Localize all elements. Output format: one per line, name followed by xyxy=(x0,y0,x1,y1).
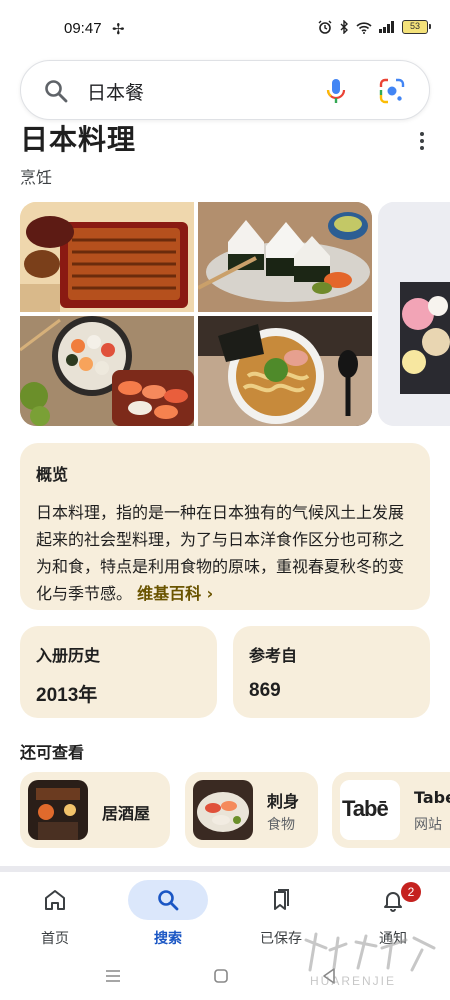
fact-value-reference: 869 xyxy=(249,680,281,701)
nav-home[interactable]: 首页 xyxy=(10,880,100,952)
search-bar[interactable]: 日本餐 xyxy=(20,60,430,120)
wikipedia-link[interactable]: 维基百科 › xyxy=(137,584,213,603)
tabelog-logo-text: Tabē xyxy=(342,796,389,821)
watermark-logo: HUARENJIE xyxy=(296,930,446,996)
status-time: 09:47 xyxy=(64,20,102,37)
mic-icon[interactable] xyxy=(323,77,349,105)
entity-subtitle: 烹饪 xyxy=(20,168,53,187)
image-sushi[interactable] xyxy=(20,316,194,426)
watermark-text: HUARENJIE xyxy=(310,974,397,988)
fact-card-history[interactable]: 入册历史 2013年 xyxy=(20,626,217,718)
fact-label-history: 入册历史 xyxy=(36,646,101,665)
search-input[interactable]: 日本餐 xyxy=(87,78,144,105)
see-also-item[interactable]: 刺身 食物 xyxy=(185,772,318,848)
fact-label-reference: 参考自 xyxy=(249,646,298,665)
overview-card: 概览 日本料理，指的是一种在日本独有的气候风土上发展起来的社会型料理，为了与日本… xyxy=(20,443,430,610)
nav-search-label: 搜索 xyxy=(154,931,182,947)
fact-card-reference[interactable]: 参考自 869 xyxy=(233,626,430,718)
search-icon xyxy=(158,890,179,911)
image-bento[interactable] xyxy=(378,202,450,426)
home-icon xyxy=(45,890,65,910)
bookmarks-icon xyxy=(274,889,289,910)
home-button-icon[interactable] xyxy=(209,964,233,988)
see-also-name: Tabe xyxy=(414,788,450,807)
battery-icon: 53 xyxy=(402,20,431,34)
image-carousel[interactable] xyxy=(20,202,372,426)
overview-heading: 概览 xyxy=(36,465,69,484)
fact-value-history: 2013年 xyxy=(36,685,98,706)
entity-title: 日本料理 xyxy=(20,123,137,156)
status-icons: 53 xyxy=(318,20,431,34)
image-ramen[interactable] xyxy=(198,316,372,426)
tabelog-logo: Tabē xyxy=(340,780,400,840)
notification-badge: 2 xyxy=(401,882,421,902)
overview-description: 日本料理，指的是一种在日本独有的气候风土上发展起来的社会型料理，为了与日本洋食作… xyxy=(36,503,405,603)
izakaya-thumbnail xyxy=(28,780,88,840)
wifi-icon xyxy=(356,21,372,34)
see-also-name: 居酒屋 xyxy=(102,804,151,823)
overview-text: 日本料理，指的是一种在日本独有的气候风土上发展起来的社会型料理，为了与日本洋食作… xyxy=(36,499,414,607)
menu-icon[interactable] xyxy=(101,964,125,988)
status-bar: 09:47 ✢ 53 xyxy=(0,0,450,58)
nav-home-label: 首页 xyxy=(41,931,69,947)
image-unagi[interactable] xyxy=(20,202,194,312)
lens-icon[interactable] xyxy=(379,78,405,104)
search-icon[interactable] xyxy=(43,78,69,104)
bluetooth-icon xyxy=(340,20,348,34)
more-options-icon[interactable] xyxy=(414,130,430,152)
see-also-name: 刺身 xyxy=(267,792,300,811)
alarm-icon xyxy=(318,20,332,34)
image-onigiri[interactable] xyxy=(198,202,372,312)
see-also-item[interactable]: 居酒屋 xyxy=(20,772,170,848)
see-also-category: 网站 xyxy=(414,817,442,833)
sashimi-thumbnail xyxy=(193,780,253,840)
see-also-category: 食物 xyxy=(267,817,295,833)
fan-icon: ✢ xyxy=(112,20,125,38)
nav-search[interactable]: 搜索 xyxy=(123,880,213,952)
see-also-item[interactable]: Tabē Tabe 网站 xyxy=(332,772,450,848)
see-also-title: 还可查看 xyxy=(20,743,85,762)
signal-icon xyxy=(379,21,394,33)
